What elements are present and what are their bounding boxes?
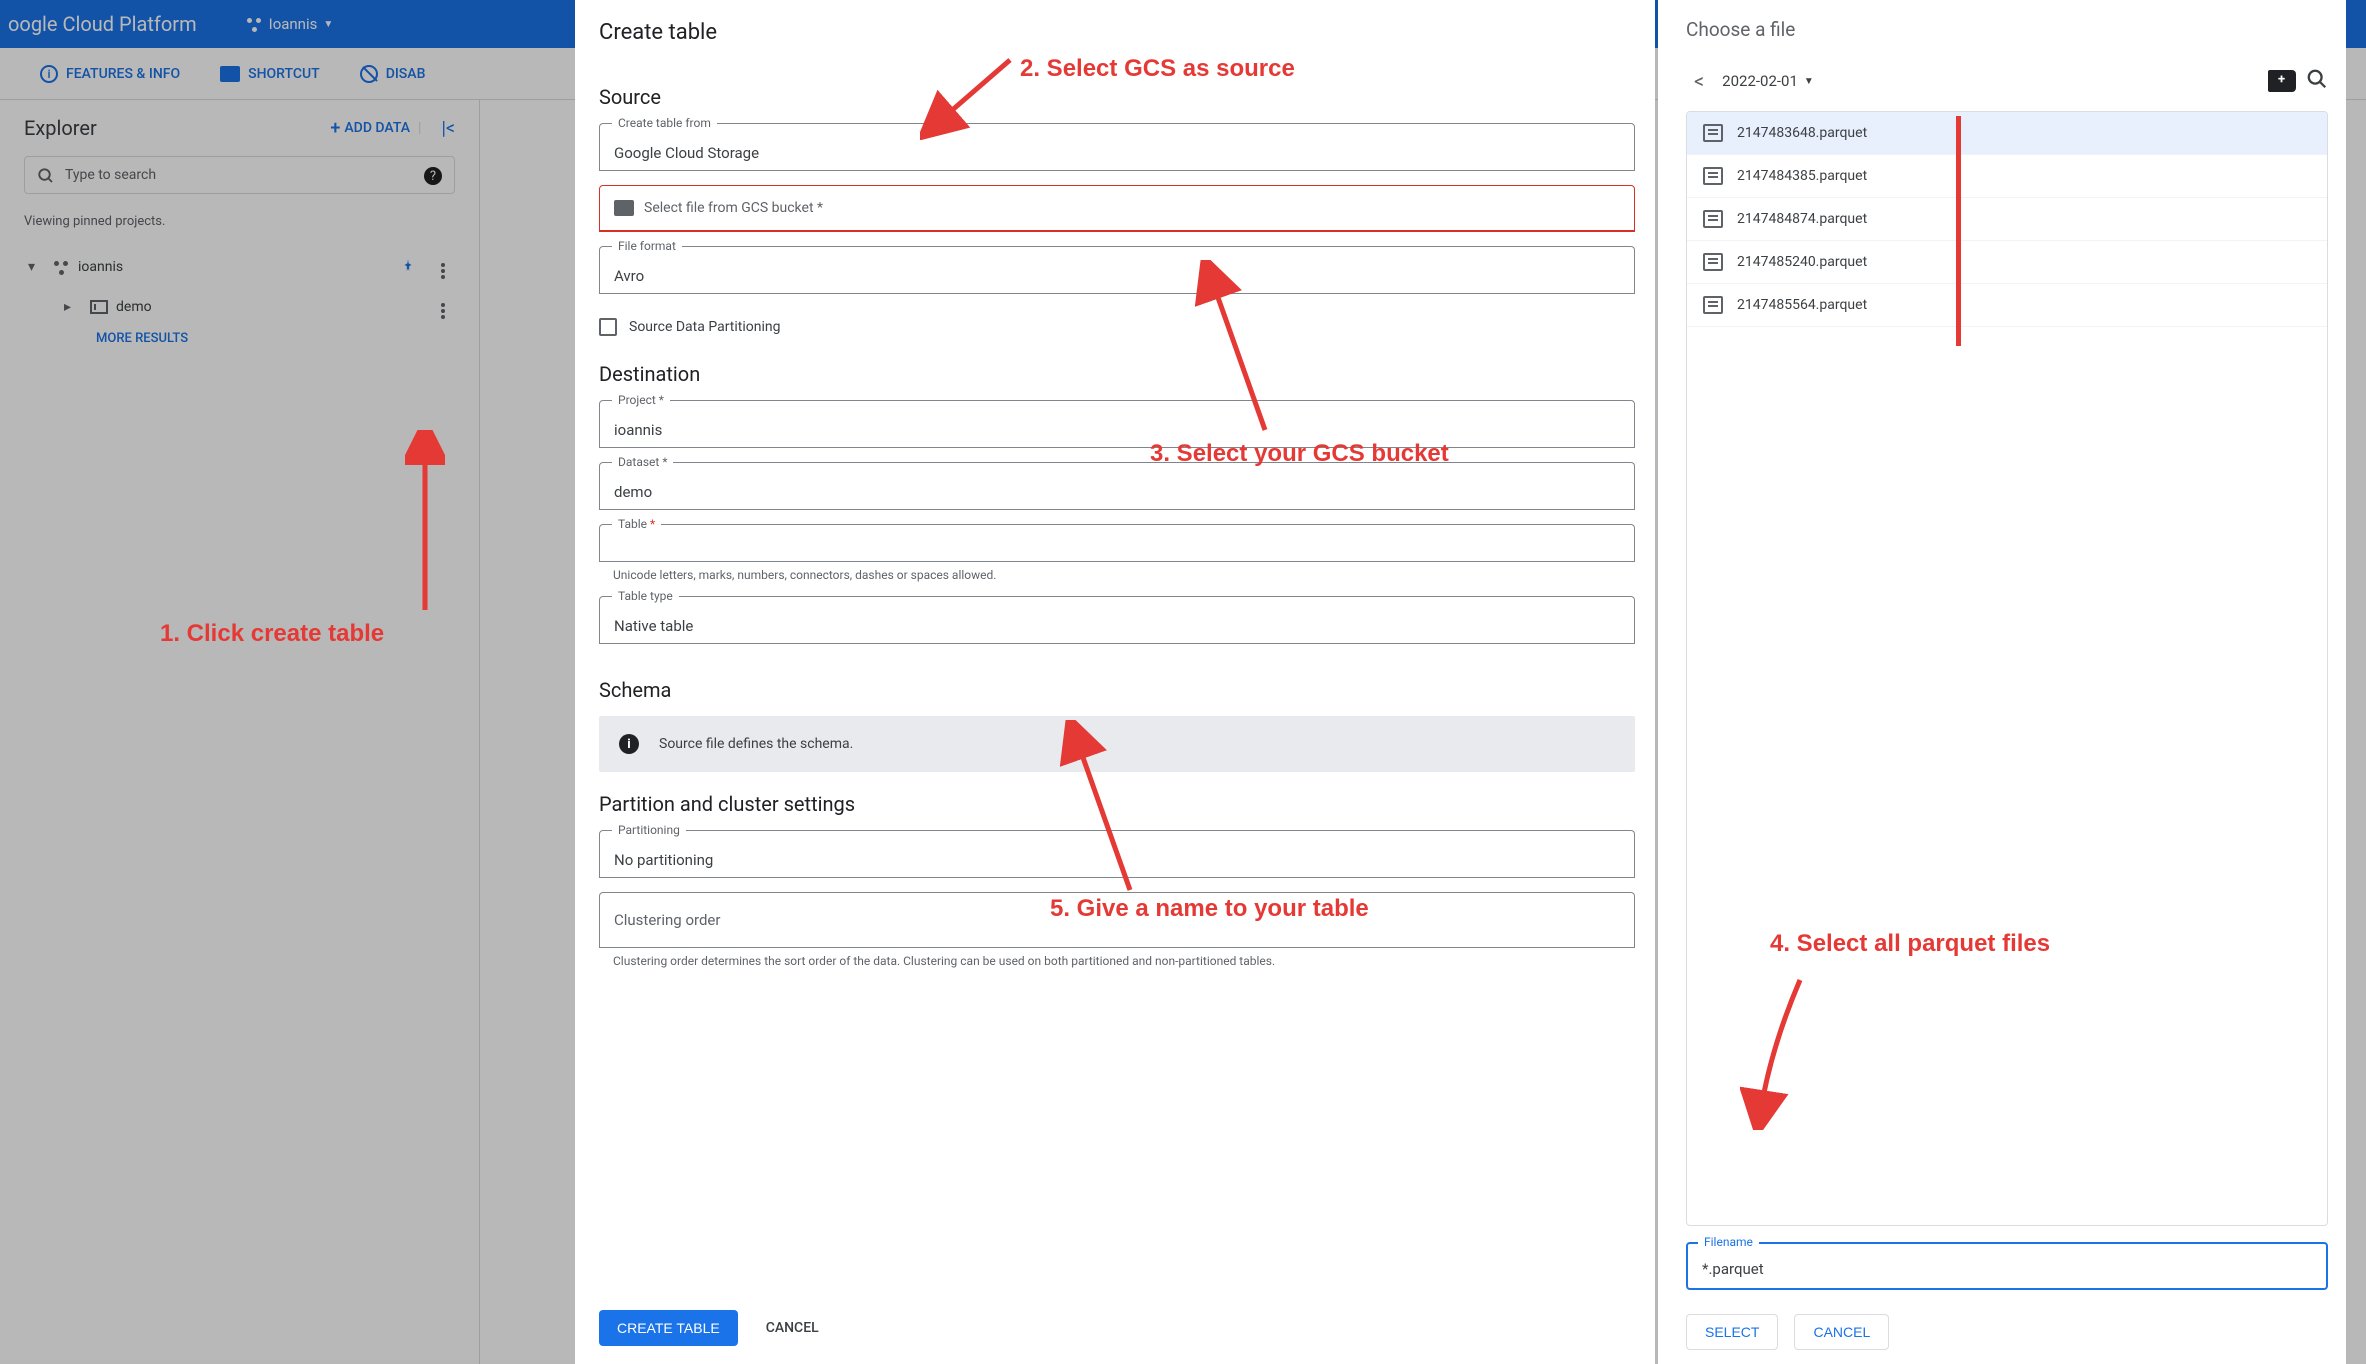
partition-cluster-heading: Partition and cluster settings bbox=[599, 792, 1635, 816]
file-cancel-button[interactable]: CANCEL bbox=[1794, 1314, 1889, 1350]
field-label: Create table from bbox=[612, 116, 717, 130]
source-partitioning-checkbox[interactable]: Source Data Partitioning bbox=[599, 318, 1635, 336]
field-value: demo bbox=[614, 483, 652, 501]
field-value: Native table bbox=[614, 617, 693, 635]
file-panel-footer: SELECT CANCEL bbox=[1686, 1314, 2328, 1350]
panel-title: Create table bbox=[599, 20, 1635, 45]
filename-input[interactable]: Filename *.parquet bbox=[1686, 1242, 2328, 1290]
file-list: 2147483648.parquet 2147484385.parquet 21… bbox=[1686, 111, 2328, 1226]
file-row[interactable]: 2147484874.parquet bbox=[1687, 198, 2327, 241]
file-icon bbox=[1703, 167, 1723, 185]
project-field[interactable]: Project * ioannis bbox=[599, 400, 1635, 448]
file-panel-title: Choose a file bbox=[1686, 18, 2328, 41]
file-icon bbox=[1703, 296, 1723, 314]
field-value: Avro bbox=[614, 267, 644, 285]
file-icon bbox=[1703, 124, 1723, 142]
schema-info-text: Source file defines the schema. bbox=[659, 736, 853, 752]
source-heading: Source bbox=[599, 85, 1635, 109]
checkbox-icon bbox=[599, 318, 617, 336]
file-name: 2147485564.parquet bbox=[1737, 297, 1867, 313]
field-value: *.parquet bbox=[1702, 1260, 1764, 1278]
field-label: Project * bbox=[612, 393, 670, 407]
storage-icon bbox=[614, 200, 634, 216]
select-button[interactable]: SELECT bbox=[1686, 1314, 1778, 1350]
field-value: Google Cloud Storage bbox=[614, 144, 759, 162]
field-value: ioannis bbox=[614, 421, 662, 439]
schema-info-banner: i Source file defines the schema. bbox=[599, 716, 1635, 772]
schema-heading: Schema bbox=[599, 678, 1635, 702]
file-format-select[interactable]: File format Avro bbox=[599, 246, 1635, 294]
field-label: Table * bbox=[612, 517, 661, 531]
file-row[interactable]: 2147485564.parquet bbox=[1687, 284, 2327, 327]
file-row[interactable]: 2147483648.parquet bbox=[1687, 112, 2327, 155]
table-type-select[interactable]: Table type Native table bbox=[599, 596, 1635, 644]
file-icon bbox=[1703, 253, 1723, 271]
file-name: 2147485240.parquet bbox=[1737, 254, 1867, 270]
file-name: 2147484385.parquet bbox=[1737, 168, 1867, 184]
chevron-down-icon: ▼ bbox=[1804, 76, 1814, 87]
field-value: No partitioning bbox=[614, 851, 713, 869]
field-label: File format bbox=[612, 239, 682, 253]
cancel-button[interactable]: CANCEL bbox=[766, 1320, 819, 1336]
new-folder-icon[interactable] bbox=[2268, 70, 2296, 92]
table-name-input[interactable]: Table * bbox=[599, 524, 1635, 562]
create-table-panel: Create table Source Create table from Go… bbox=[575, 0, 1655, 1364]
dataset-field[interactable]: Dataset * demo bbox=[599, 462, 1635, 510]
clustering-order-input[interactable]: Clustering order bbox=[599, 892, 1635, 948]
file-icon bbox=[1703, 210, 1723, 228]
field-placeholder: Clustering order bbox=[614, 911, 720, 929]
file-search-button[interactable] bbox=[2306, 68, 2328, 95]
file-name: 2147483648.parquet bbox=[1737, 125, 1867, 141]
table-helper-text: Unicode letters, marks, numbers, connect… bbox=[613, 568, 1635, 582]
choose-file-panel: Choose a file < 2022-02-01 ▼ 2147483648.… bbox=[1658, 0, 2346, 1364]
field-label: Table type bbox=[612, 589, 679, 603]
file-row[interactable]: 2147484385.parquet bbox=[1687, 155, 2327, 198]
annotation-red-bar bbox=[1956, 116, 1961, 346]
partitioning-select[interactable]: Partitioning No partitioning bbox=[599, 830, 1635, 878]
checkbox-label: Source Data Partitioning bbox=[629, 319, 780, 335]
info-icon: i bbox=[619, 734, 639, 754]
field-label: Filename bbox=[1698, 1235, 1759, 1249]
gcs-bucket-select[interactable]: Select file from GCS bucket * bbox=[599, 185, 1635, 232]
breadcrumb-label: 2022-02-01 bbox=[1722, 72, 1798, 90]
create-table-button[interactable]: CREATE TABLE bbox=[599, 1310, 738, 1346]
destination-heading: Destination bbox=[599, 362, 1635, 386]
clustering-helper-text: Clustering order determines the sort ord… bbox=[613, 954, 1635, 968]
create-from-select[interactable]: Create table from Google Cloud Storage bbox=[599, 123, 1635, 171]
back-button[interactable]: < bbox=[1686, 65, 1712, 97]
field-label: Partitioning bbox=[612, 823, 686, 837]
gcs-placeholder: Select file from GCS bucket * bbox=[644, 200, 823, 216]
file-name: 2147484874.parquet bbox=[1737, 211, 1867, 227]
create-panel-footer: CREATE TABLE CANCEL bbox=[599, 1310, 1635, 1346]
field-label: Dataset * bbox=[612, 455, 673, 469]
file-toolbar: < 2022-02-01 ▼ bbox=[1686, 65, 2328, 97]
file-row[interactable]: 2147485240.parquet bbox=[1687, 241, 2327, 284]
folder-breadcrumb[interactable]: 2022-02-01 ▼ bbox=[1722, 72, 1814, 90]
